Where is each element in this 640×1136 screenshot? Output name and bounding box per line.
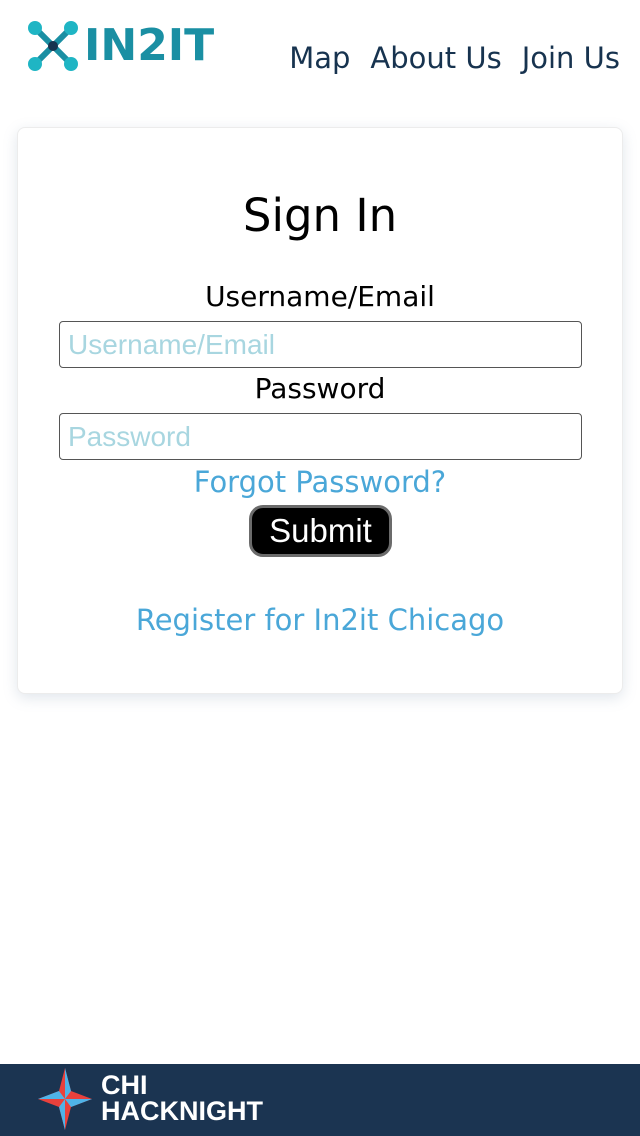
footer-brand-line2: HACKNIGHT xyxy=(101,1096,263,1126)
site-footer: CHI HACKNIGHT xyxy=(0,1064,640,1136)
nav-join-us[interactable]: Join Us xyxy=(522,38,620,78)
main-nav: Map About Us Join Us xyxy=(289,38,620,78)
register-link[interactable]: Register for In2it Chicago xyxy=(18,601,622,639)
chicago-star-icon xyxy=(38,1068,92,1130)
site-header: IN2IT Map About Us Join Us xyxy=(0,0,640,110)
signin-title: Sign In xyxy=(242,189,398,242)
password-label: Password xyxy=(254,372,386,405)
password-input[interactable] xyxy=(59,413,582,460)
footer-brand-line1: CHI xyxy=(101,1070,148,1100)
forgot-password-link[interactable]: Forgot Password? xyxy=(18,464,622,500)
logo-text: IN2IT xyxy=(84,20,215,71)
site-logo[interactable]: IN2IT xyxy=(26,18,214,74)
username-input[interactable] xyxy=(59,321,582,368)
signin-card: Sign In Username/Email Password Forgot P… xyxy=(17,127,623,694)
nav-map[interactable]: Map xyxy=(289,38,350,78)
footer-brand[interactable]: CHI HACKNIGHT xyxy=(101,1070,263,1126)
nav-about-us[interactable]: About Us xyxy=(370,38,501,78)
submit-button[interactable]: Submit xyxy=(249,505,392,557)
username-label: Username/Email xyxy=(205,280,435,313)
in2it-logo-icon xyxy=(28,21,78,71)
